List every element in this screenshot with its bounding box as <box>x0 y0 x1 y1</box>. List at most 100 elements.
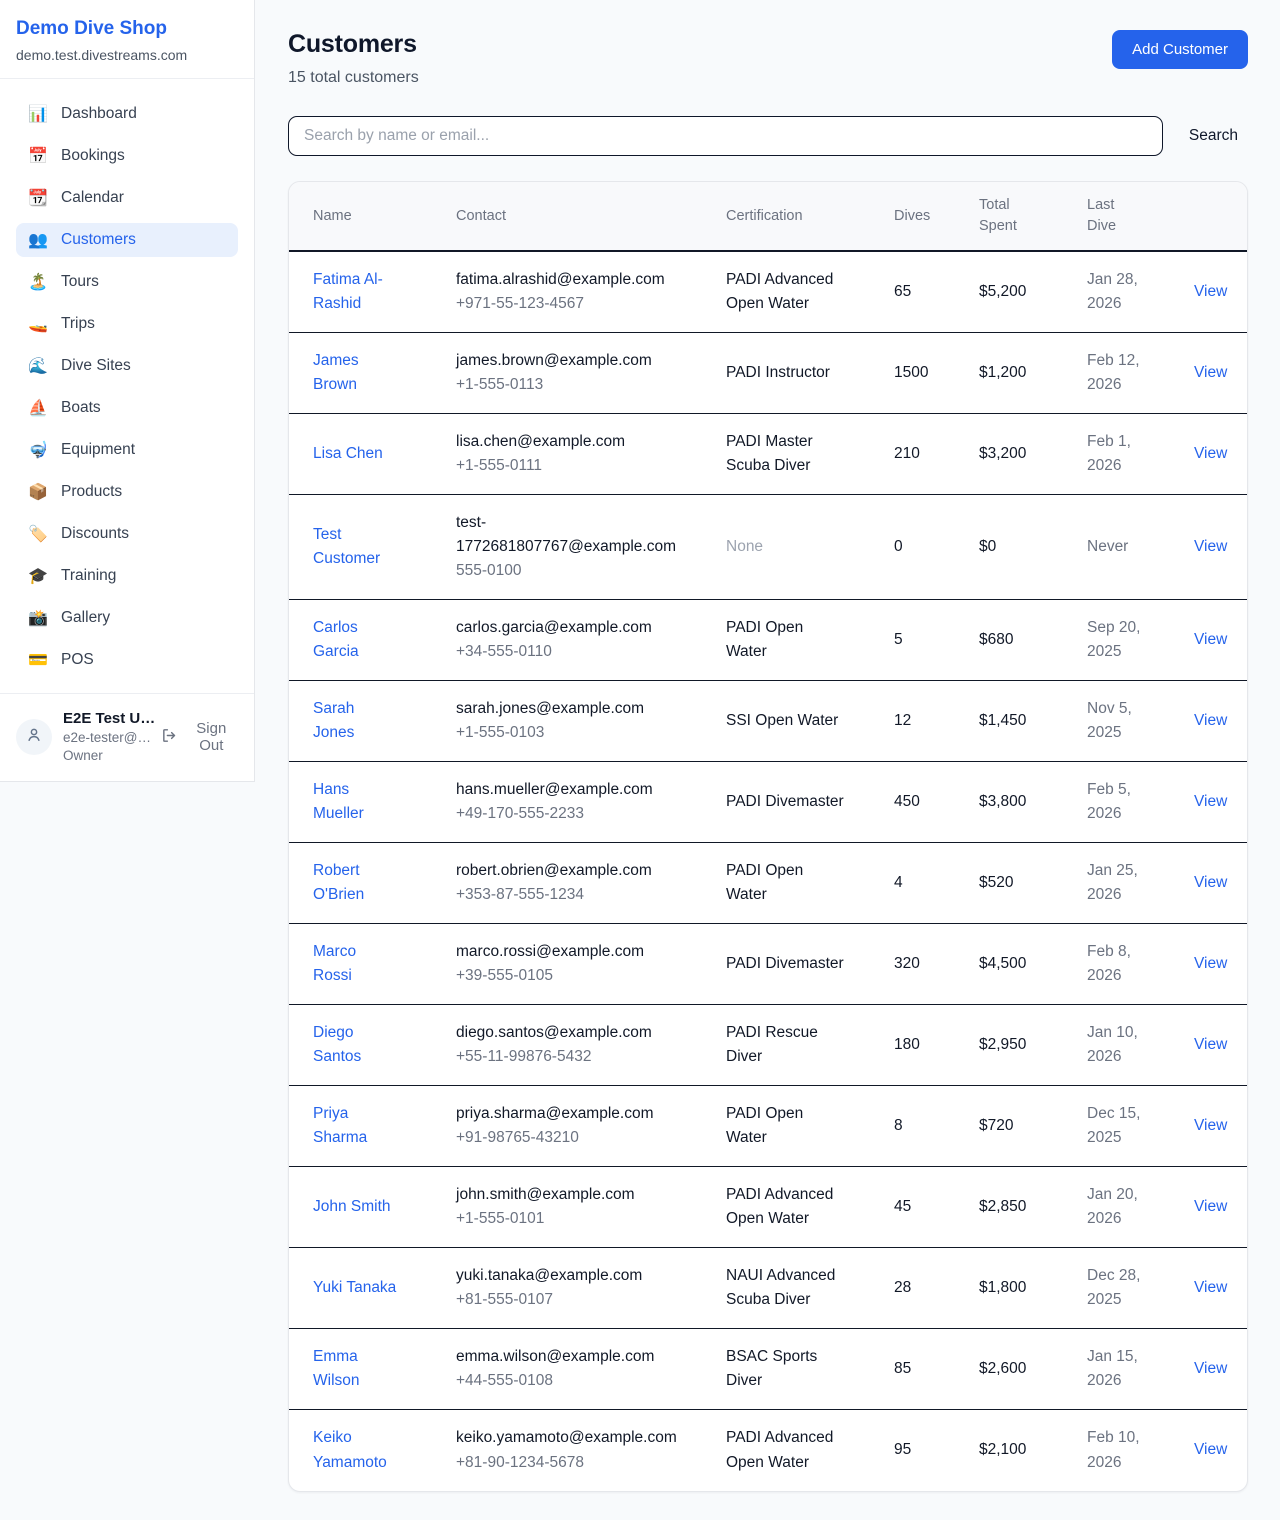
customer-name-link[interactable]: Test Customer <box>313 523 399 571</box>
sidebar-item-equipment[interactable]: 🤿 Equipment <box>16 433 238 467</box>
customer-total-spent: $2,600 <box>967 1329 1075 1410</box>
sidebar-header: Demo Dive Shop demo.test.divestreams.com <box>0 0 254 79</box>
customer-name-link[interactable]: James Brown <box>313 349 399 397</box>
sidebar-item-label: Boats <box>61 399 101 417</box>
view-link[interactable]: View <box>1194 712 1227 729</box>
sidebar-item-tours[interactable]: 🏝️ Tours <box>16 265 238 299</box>
view-link[interactable]: View <box>1194 793 1227 810</box>
customer-name-link[interactable]: Fatima Al-Rashid <box>313 268 399 316</box>
table-row: Keiko Yamamoto keiko.yamamoto@example.co… <box>289 1410 1248 1491</box>
customer-certification: None <box>726 535 763 559</box>
sidebar-item-bookings[interactable]: 📅 Bookings <box>16 139 238 173</box>
main-content: Customers 15 total customers Add Custome… <box>255 0 1280 1520</box>
sidebar-item-label: Dive Sites <box>61 357 131 375</box>
sidebar-item-trips[interactable]: 🚤 Trips <box>16 307 238 341</box>
search-button[interactable]: Search <box>1179 127 1248 145</box>
customer-name-link[interactable]: Lisa Chen <box>313 442 383 466</box>
view-link[interactable]: View <box>1194 874 1227 891</box>
customer-dives: 4 <box>882 843 967 924</box>
customer-phone: +39-555-0105 <box>456 964 702 988</box>
add-customer-button[interactable]: Add Customer <box>1112 30 1248 69</box>
customer-name-link[interactable]: Priya Sharma <box>313 1102 399 1150</box>
column-header-contact: Contact <box>444 182 714 251</box>
sidebar-item-label: Bookings <box>61 147 125 165</box>
view-link[interactable]: View <box>1194 283 1227 300</box>
sign-out-icon <box>161 727 178 748</box>
column-header-name: Name <box>289 182 444 251</box>
sidebar-item-gallery[interactable]: 📸 Gallery <box>16 601 238 635</box>
sidebar-item-pos[interactable]: 💳 POS <box>16 643 238 677</box>
nav-icon: 🏷️ <box>28 524 48 544</box>
view-link[interactable]: View <box>1194 1441 1227 1458</box>
customer-name-link[interactable]: Emma Wilson <box>313 1345 399 1393</box>
customer-name-link[interactable]: Keiko Yamamoto <box>313 1426 399 1474</box>
customer-name-link[interactable]: Marco Rossi <box>313 940 399 988</box>
sidebar-item-calendar[interactable]: 📆 Calendar <box>16 181 238 215</box>
view-link[interactable]: View <box>1194 1360 1227 1377</box>
nav-icon: 📊 <box>28 104 48 124</box>
customer-last-dive: Jan 20, 2026 <box>1087 1183 1153 1231</box>
customer-certification: PADI Advanced Open Water <box>726 1183 848 1231</box>
customer-name-link[interactable]: Diego Santos <box>313 1021 399 1069</box>
sidebar-item-dive-sites[interactable]: 🌊 Dive Sites <box>16 349 238 383</box>
customer-phone: +1-555-0111 <box>456 454 702 478</box>
customer-certification: PADI Divemaster <box>726 790 844 814</box>
customer-phone: +1-555-0113 <box>456 373 702 397</box>
view-link[interactable]: View <box>1194 1198 1227 1215</box>
table-row: Emma Wilson emma.wilson@example.com +44-… <box>289 1329 1248 1410</box>
customer-total-spent: $680 <box>967 600 1075 681</box>
view-link[interactable]: View <box>1194 631 1227 648</box>
column-header-certification: Certification <box>714 182 882 251</box>
customer-name-link[interactable]: Robert O'Brien <box>313 859 399 907</box>
sidebar-item-dashboard[interactable]: 📊 Dashboard <box>16 97 238 131</box>
customer-phone: +34-555-0110 <box>456 640 702 664</box>
customer-dives: 28 <box>882 1248 967 1329</box>
view-link[interactable]: View <box>1194 955 1227 972</box>
customer-last-dive: Sep 20, 2025 <box>1087 616 1153 664</box>
customer-phone: +81-90-1234-5678 <box>456 1451 702 1475</box>
view-link[interactable]: View <box>1194 445 1227 462</box>
nav-icon: 👥 <box>28 230 48 250</box>
table-row: James Brown james.brown@example.com +1-5… <box>289 333 1248 414</box>
customer-certification: NAUI Advanced Scuba Diver <box>726 1264 848 1312</box>
sidebar-item-boats[interactable]: ⛵ Boats <box>16 391 238 425</box>
customer-name-link[interactable]: Carlos Garcia <box>313 616 399 664</box>
view-link[interactable]: View <box>1194 1279 1227 1296</box>
search-input[interactable] <box>288 116 1163 156</box>
customer-last-dive: Nov 5, 2025 <box>1087 697 1153 745</box>
customer-name-link[interactable]: John Smith <box>313 1195 391 1219</box>
view-link[interactable]: View <box>1194 364 1227 381</box>
column-header-total-spent: Total Spent <box>967 182 1075 251</box>
customer-phone: 555-0100 <box>456 559 702 583</box>
sidebar-item-customers[interactable]: 👥 Customers <box>16 223 238 257</box>
sidebar-item-products[interactable]: 📦 Products <box>16 475 238 509</box>
customer-dives: 450 <box>882 762 967 843</box>
column-header-last-dive: Last Dive <box>1075 182 1182 251</box>
customer-email: priya.sharma@example.com <box>456 1102 702 1126</box>
customer-name-link[interactable]: Hans Mueller <box>313 778 399 826</box>
customer-email: marco.rossi@example.com <box>456 940 702 964</box>
customer-last-dive: Dec 15, 2025 <box>1087 1102 1153 1150</box>
nav-icon: 🏝️ <box>28 272 48 292</box>
view-link[interactable]: View <box>1194 1036 1227 1053</box>
view-link[interactable]: View <box>1194 1117 1227 1134</box>
sidebar: Demo Dive Shop demo.test.divestreams.com… <box>0 0 255 782</box>
customer-certification: PADI Open Water <box>726 859 848 907</box>
customer-phone: +81-555-0107 <box>456 1288 702 1312</box>
sidebar-nav: 📊 Dashboard 📅 Bookings 📆 Calendar 👥 Cust… <box>0 79 254 693</box>
view-link[interactable]: View <box>1194 538 1227 555</box>
customer-dives: 12 <box>882 681 967 762</box>
customer-name-link[interactable]: Sarah Jones <box>313 697 399 745</box>
customers-table-card: Name Contact Certification Dives Total S… <box>288 181 1248 1492</box>
customer-total-spent: $4,500 <box>967 924 1075 1005</box>
sidebar-item-discounts[interactable]: 🏷️ Discounts <box>16 517 238 551</box>
customer-phone: +353-87-555-1234 <box>456 883 702 907</box>
sign-out-button[interactable]: Sign Out <box>161 720 238 754</box>
customer-name-link[interactable]: Yuki Tanaka <box>313 1276 396 1300</box>
sidebar-item-label: Gallery <box>61 609 110 627</box>
customer-total-spent: $1,450 <box>967 681 1075 762</box>
nav-icon: 🚤 <box>28 314 48 334</box>
sidebar-item-label: Calendar <box>61 189 124 207</box>
sidebar-item-training[interactable]: 🎓 Training <box>16 559 238 593</box>
table-row: Test Customer test-1772681807767@example… <box>289 495 1248 600</box>
